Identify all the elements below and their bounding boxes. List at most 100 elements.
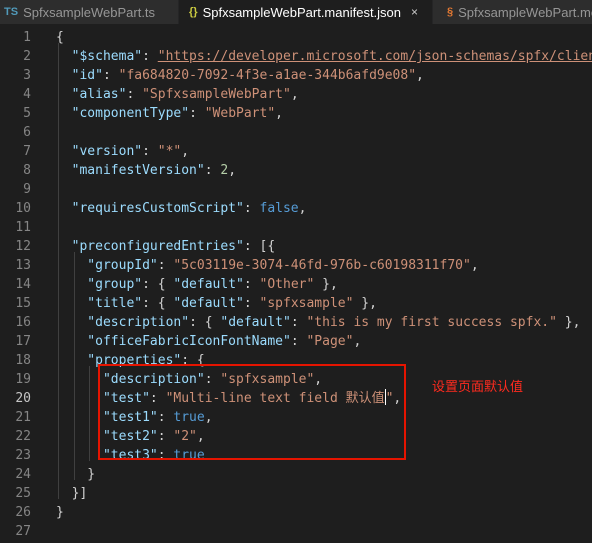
line-number: 19 [15,372,31,387]
token: "title" [56,296,143,311]
token: } [56,467,96,482]
code-line[interactable]: 26} [0,503,592,522]
line-number: 9 [23,182,31,197]
code-line[interactable]: 6 [0,123,592,142]
close-icon[interactable]: × [411,5,418,19]
line-number: 5 [23,106,31,121]
line-number: 24 [15,467,31,482]
code-line[interactable]: 10 "requiresCustomScript": false, [0,199,592,218]
line-number: 13 [15,258,31,273]
token: "description" [56,315,190,330]
token: : { [189,315,221,330]
token: , [290,87,299,102]
token: "officeFabricIconFontName" [56,334,291,349]
code-text: "manifestVersion": 2, [56,161,236,180]
code-line[interactable]: 27 [0,522,592,541]
code-line[interactable]: 12 "preconfiguredEntries": [{ [0,237,592,256]
code-line[interactable]: 4 "alias": "SpfxsampleWebPart", [0,85,592,104]
token: { [56,30,64,45]
token: false [259,201,299,216]
line-number: 26 [15,505,31,520]
line-number: 20 [15,391,31,406]
code-text: } [56,465,95,484]
token: , [298,201,307,216]
code-text: "componentType": "WebPart", [56,104,283,123]
line-number: 18 [15,353,31,368]
line-number: 2 [23,49,31,64]
code-text: "group": { "default": "Other" }, [56,275,338,294]
token: "id" [56,68,103,83]
token: "SpfxsampleWebPart" [142,87,291,102]
code-text: } [56,503,64,522]
token: : [290,315,307,330]
typescript-file-icon: TS [4,6,19,18]
code-line[interactable]: 16 "description": { "default": "this is … [0,313,592,332]
code-line[interactable]: 3 "id": "fa684820-7092-4f3e-a1ae-344b6af… [0,66,592,85]
token: : [189,106,205,121]
token: }, [556,315,581,330]
code-text: }] [56,484,88,503]
code-line[interactable]: 14 "group": { "default": "Other" }, [0,275,592,294]
token: }, [353,296,377,311]
code-text: "preconfiguredEntries": [{ [56,237,276,256]
token: "Page" [306,334,354,349]
editor-tab-bar: TS SpfxsampleWebPart.ts {} SpfxsampleWeb… [0,0,592,24]
code-line[interactable]: 1{ [0,28,592,47]
tab-label: SpfxsampleWebPart.manifest.json [202,4,402,20]
code-text: "version": "*", [56,142,189,161]
highlight-box [98,364,406,460]
token: : [157,258,174,273]
line-number: 6 [23,125,31,140]
code-line[interactable]: 8 "manifestVersion": 2, [0,161,592,180]
token: : [142,49,158,64]
code-line[interactable]: 15 "title": { "default": "spfxsample" }, [0,294,592,313]
code-line[interactable]: 7 "version": "*", [0,142,592,161]
token: : [243,277,260,292]
code-line[interactable]: 9 [0,180,592,199]
code-line[interactable]: 13 "groupId": "5c03119e-3074-46fd-976b-c… [0,256,592,275]
code-line[interactable]: 2 "$schema": "https://developer.microsof… [0,47,592,66]
token: "alias" [56,87,127,102]
token: } [56,505,64,520]
token: "groupId" [56,258,158,273]
code-editor[interactable]: 1{2 "$schema": "https://developer.micros… [0,24,592,543]
line-number: 12 [15,239,31,254]
token: , [353,334,362,349]
token: "*" [157,144,182,159]
line-number: 16 [15,315,31,330]
line-number: 7 [23,144,31,159]
code-line[interactable]: 24 } [0,465,592,484]
token: "version" [56,144,143,159]
line-number: 14 [15,277,31,292]
code-line[interactable]: 17 "officeFabricIconFontName": "Page", [0,332,592,351]
line-number: 23 [15,448,31,463]
line-number: 4 [23,87,31,102]
tab-label: SpfxsampleWebPart.ts [23,4,156,20]
line-number: 10 [15,201,31,216]
line-number: 3 [23,68,31,83]
code-line[interactable]: 25 }] [0,484,592,503]
token: "WebPart" [204,106,276,121]
code-line[interactable]: 5 "componentType": "WebPart", [0,104,592,123]
token: "componentType" [56,106,190,121]
line-number: 17 [15,334,31,349]
token: : [243,296,260,311]
code-text: "$schema": "https://developer.microsoft.… [56,47,592,66]
token: : [126,87,143,102]
token: , [228,163,237,178]
token: "default" [173,296,244,311]
tab-webpart-module[interactable]: § SpfxsampleWebPart.mo [433,0,592,24]
tab-manifest-json[interactable]: {} SpfxsampleWebPart.manifest.json × [179,0,432,24]
token: : [102,68,119,83]
code-text: "requiresCustomScript": false, [56,199,307,218]
tab-webpart-ts[interactable]: TS SpfxsampleWebPart.ts [0,0,178,24]
code-line[interactable]: 11 [0,218,592,237]
token: : { [142,277,174,292]
token: "group" [56,277,143,292]
json-file-icon: {} [189,6,198,18]
token: "fa684820-7092-4f3e-a1ae-344b6afd9e08" [118,68,417,83]
token: "this is my first success spfx." [306,315,557,330]
token: , [416,68,424,83]
token: }, [314,277,338,292]
token: : [142,144,158,159]
